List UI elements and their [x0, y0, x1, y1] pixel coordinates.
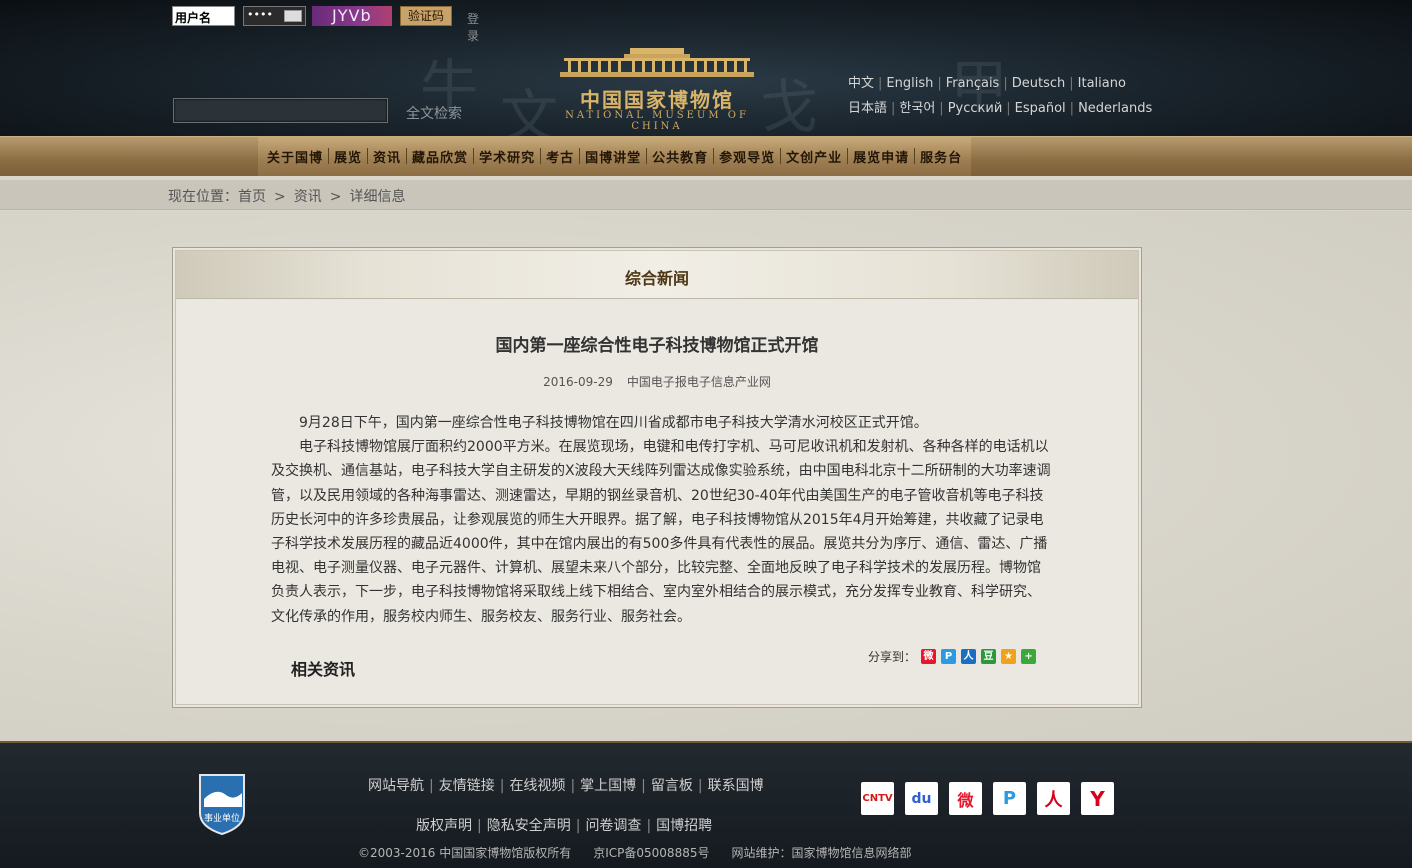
- maintainer-text: 网站维护：国家博物馆信息网络部: [731, 846, 912, 860]
- lang-it[interactable]: Italiano: [1078, 76, 1126, 91]
- public-institution-badge-icon[interactable]: 事业单位: [196, 773, 248, 835]
- decorative-glyph: 戈: [760, 73, 819, 136]
- cntv-icon[interactable]: CNTV: [861, 782, 894, 815]
- nav-item-education[interactable]: 公共教育: [647, 147, 713, 166]
- lang-nl[interactable]: Nederlands: [1078, 101, 1152, 116]
- nav-item-lectures[interactable]: 国博讲堂: [580, 147, 646, 166]
- language-switcher: 中文 | English | Français | Deutsch | Italiano 日本語…: [848, 75, 1168, 125]
- username-input[interactable]: 用户名: [172, 6, 235, 26]
- footer-link-survey[interactable]: 问卷调查: [585, 818, 641, 834]
- nav-item-archaeology[interactable]: 考古: [541, 147, 579, 166]
- footer-link-copyright[interactable]: 版权声明: [416, 818, 472, 834]
- nav-item-visit-guide[interactable]: 参观导览: [714, 147, 780, 166]
- related-news-heading: 相关资讯: [291, 660, 356, 679]
- breadcrumb-separator: >: [329, 189, 342, 205]
- nav-item-exhibit-apply[interactable]: 展览申请: [848, 147, 914, 166]
- nav-item-creative[interactable]: 文创产业: [781, 147, 847, 166]
- password-value: ••••: [247, 8, 273, 21]
- share-bar: 分享到： 微 P 人 豆 ★ +: [868, 648, 1037, 665]
- search-input[interactable]: [173, 98, 388, 123]
- museum-logo[interactable]: 中国国家博物馆 NATIONAL MUSEUM OF CHINA: [556, 46, 758, 132]
- logo-name-cn: 中国国家博物馆: [580, 88, 734, 112]
- article-meta: 2016-09-29 中国电子报电子信息产业网: [176, 373, 1138, 390]
- breadcrumb-current: 详细信息: [349, 189, 406, 205]
- social-links: CNTV du 微 P 人 Y: [861, 782, 1125, 815]
- lang-fr[interactable]: Français: [946, 76, 1000, 91]
- nav-item-news[interactable]: 资讯: [368, 147, 406, 166]
- renren-icon[interactable]: 人: [1037, 782, 1070, 815]
- lang-ko[interactable]: 한국어: [899, 101, 935, 116]
- article-title: 国内第一座综合性电子科技博物馆正式开馆: [495, 336, 819, 356]
- footer-links-row-2: 版权声明 | 隐私安全声明 | 问卷调查 | 国博招聘: [416, 818, 713, 834]
- museum-building-icon: [560, 48, 754, 77]
- main-nav: 关于国博 展览 资讯 藏品欣赏 学术研究 考古 国博讲堂 公共教育 参观导览 文…: [258, 136, 972, 176]
- lang-de[interactable]: Deutsch: [1012, 76, 1066, 91]
- qzone-icon[interactable]: ★: [1001, 649, 1017, 664]
- footer-link-contact[interactable]: 联系国博: [708, 778, 764, 794]
- lang-zh[interactable]: 中文: [848, 76, 874, 91]
- lang-ru[interactable]: Русский: [948, 101, 1003, 116]
- footer-link-sitemap[interactable]: 网站导航: [368, 778, 424, 794]
- breadcrumb-home[interactable]: 首页: [238, 189, 266, 205]
- article-body: 9月28日下午，国内第一座综合性电子科技博物馆在四川省成都市电子科技大学清水河校…: [271, 411, 1051, 629]
- nav-item-exhibitions[interactable]: 展览: [329, 147, 367, 166]
- lang-en[interactable]: English: [886, 76, 933, 91]
- tencent-weibo-icon[interactable]: P: [941, 649, 957, 664]
- footer-link-guestbook[interactable]: 留言板: [651, 778, 693, 794]
- copyright-line: ©2003-2016 中国国家博物馆版权所有 京ICP备05008885号 网站维护…: [358, 844, 911, 861]
- panel-title: 综合新闻: [624, 269, 689, 288]
- badge-text: 事业单位: [204, 812, 240, 824]
- copyright-text: ©2003-2016 中国国家博物馆版权所有: [358, 846, 572, 860]
- login-button[interactable]: 登录: [467, 10, 479, 44]
- icp-number[interactable]: 京ICP备05008885号: [593, 846, 709, 860]
- footer-link-privacy[interactable]: 隐私安全声明: [487, 818, 571, 834]
- breadcrumb-news[interactable]: 资讯: [294, 189, 322, 205]
- article-panel: 综合新闻 国内第一座综合性电子科技博物馆正式开馆 2016-09-29 中国电子报…: [172, 247, 1142, 708]
- lang-es[interactable]: Español: [1015, 101, 1066, 116]
- captcha-button[interactable]: 验证码: [400, 6, 452, 26]
- footer-links-row-1: 网站导航 | 友情链接 | 在线视频 | 掌上国博 | 留言板 | 联系国博: [368, 778, 764, 794]
- search-button[interactable]: 全文检索: [406, 103, 462, 123]
- captcha-image[interactable]: JYVb: [312, 6, 392, 26]
- article-paragraph: 9月28日下午，国内第一座综合性电子科技博物馆在四川省成都市电子科技大学清水河校…: [299, 415, 928, 431]
- footer-link-friends[interactable]: 友情链接: [439, 778, 495, 794]
- douban-icon[interactable]: 豆: [981, 649, 997, 664]
- breadcrumb: 现在位置：首页 > 资讯 > 详细信息: [168, 186, 405, 206]
- nav-item-collections[interactable]: 藏品欣赏: [407, 147, 473, 166]
- footer-link-video[interactable]: 在线视频: [509, 778, 565, 794]
- breadcrumb-separator: >: [274, 189, 286, 205]
- article-date: 2016-09-29: [543, 375, 613, 389]
- article-paragraph: 电子科技博物馆展厅面积约2000平方米。在展览现场，电键和电传打字机、马可尼收讯…: [271, 439, 1051, 625]
- keyboard-icon[interactable]: [284, 10, 302, 22]
- nav-item-service[interactable]: 服务台: [915, 147, 967, 166]
- sina-weibo-icon[interactable]: 微: [949, 782, 982, 815]
- more-share-icon[interactable]: +: [1021, 649, 1037, 664]
- footer-link-mobile[interactable]: 掌上国博: [580, 778, 636, 794]
- weibo-icon[interactable]: 微: [921, 649, 937, 664]
- footer-link-jobs[interactable]: 国博招聘: [656, 818, 712, 834]
- yixin-icon[interactable]: Y: [1081, 782, 1114, 815]
- logo-name-en: NATIONAL MUSEUM OF CHINA: [565, 110, 749, 132]
- nav-item-about[interactable]: 关于国博: [262, 147, 328, 166]
- site-header: 牛 文 戈 甲 用户名 •••• JYVb 验证码 登录 全文检索 中国国家博物…: [0, 0, 1412, 136]
- renren-icon[interactable]: 人: [961, 649, 977, 664]
- password-input[interactable]: ••••: [243, 6, 306, 26]
- decorative-glyph: 文: [500, 83, 559, 136]
- language-row-2: 日本語 | 한국어 | Русский | Español | Nederlands: [848, 101, 1153, 116]
- lang-ja[interactable]: 日本語: [848, 101, 887, 116]
- share-label: 分享到：: [868, 650, 917, 664]
- article-panel-inner: 综合新闻 国内第一座综合性电子科技博物馆正式开馆 2016-09-29 中国电子报…: [175, 250, 1139, 705]
- nav-item-research[interactable]: 学术研究: [474, 147, 540, 166]
- article-source: 中国电子报电子信息产业网: [626, 375, 771, 389]
- baidu-icon[interactable]: du: [905, 782, 938, 815]
- tencent-weibo-icon[interactable]: P: [993, 782, 1026, 815]
- breadcrumb-label: 现在位置：: [168, 189, 238, 205]
- language-row-1: 中文 | English | Français | Deutsch | Italiano: [848, 76, 1126, 91]
- panel-header: 综合新闻: [176, 251, 1138, 299]
